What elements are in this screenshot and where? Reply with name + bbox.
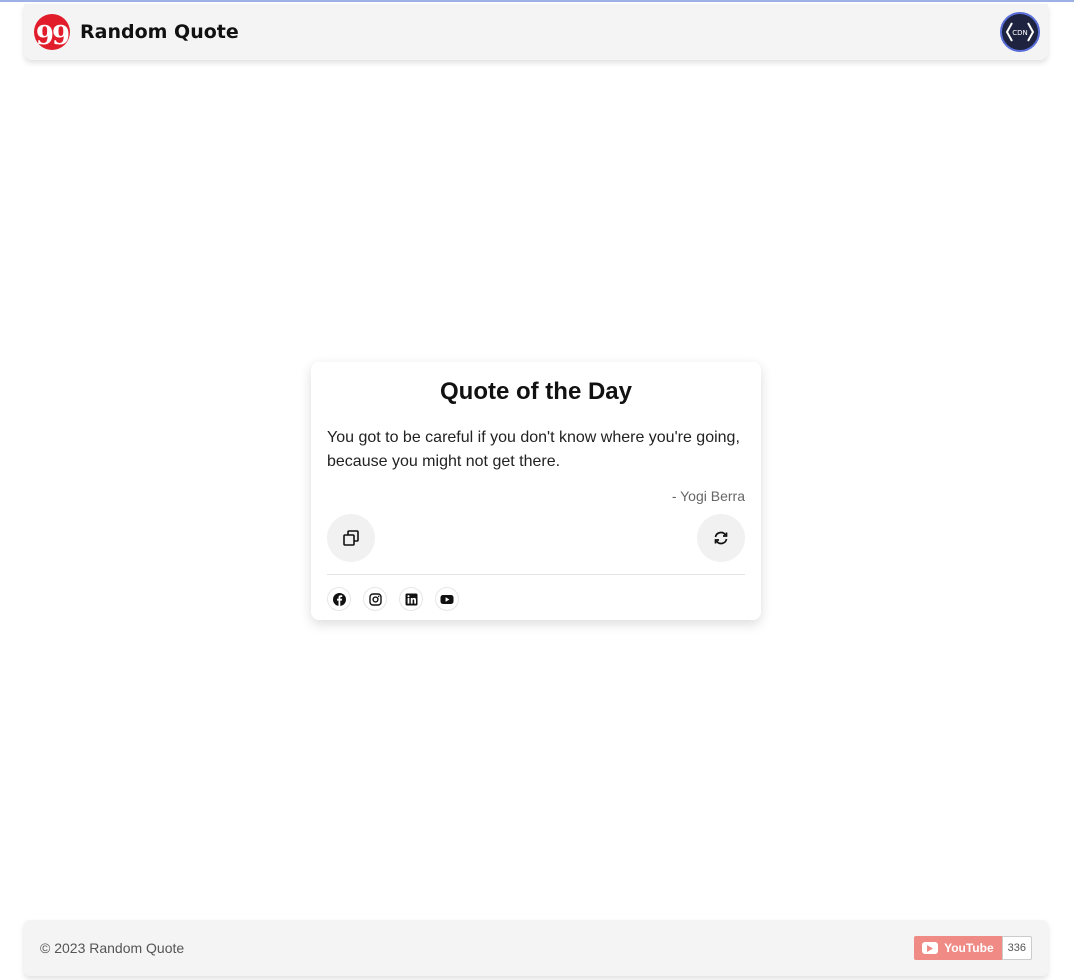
navbar: 99 Random Quote CDN <box>24 4 1048 60</box>
quote-icon: 99 <box>34 14 70 50</box>
app-title: Random Quote <box>80 21 239 43</box>
linkedin-icon <box>405 593 417 605</box>
quote-actions <box>327 514 745 562</box>
footer: © 2023 Random Quote YouTube 336 <box>24 920 1048 976</box>
instagram-icon <box>368 592 382 606</box>
youtube-subscribe-button[interactable]: YouTube <box>914 936 1002 960</box>
quote-text: You got to be careful if you don't know … <box>327 429 740 470</box>
facebook-share-button[interactable] <box>327 587 351 611</box>
quote-card: Quote of the Day You got to be careful i… <box>311 362 761 620</box>
divider <box>327 574 745 575</box>
avatar[interactable]: CDN <box>1000 12 1040 52</box>
facebook-icon <box>332 592 346 606</box>
youtube-label: YouTube <box>944 941 994 955</box>
instagram-share-button[interactable] <box>363 587 387 611</box>
linkedin-share-button[interactable] <box>399 587 423 611</box>
youtube-play-icon <box>922 942 939 954</box>
avatar-text: CDN <box>1012 29 1028 37</box>
youtube-share-button[interactable] <box>435 587 459 611</box>
code-brackets-icon: CDN <box>1005 22 1035 42</box>
copyright-text: © 2023 Random Quote <box>40 940 185 956</box>
quote-author: - Yogi Berra <box>671 488 745 504</box>
refresh-icon <box>714 531 728 545</box>
youtube-subscribe-widget: YouTube 336 <box>914 936 1032 960</box>
brand[interactable]: 99 Random Quote <box>34 14 239 50</box>
quote-glyph: 99 <box>35 21 70 51</box>
social-share <box>327 587 745 611</box>
copy-icon <box>343 530 359 546</box>
refresh-button[interactable] <box>697 514 745 562</box>
copy-button[interactable] <box>327 514 375 562</box>
subscriber-count: 336 <box>1001 936 1032 960</box>
card-title: Quote of the Day <box>439 378 632 405</box>
youtube-icon <box>440 594 454 604</box>
